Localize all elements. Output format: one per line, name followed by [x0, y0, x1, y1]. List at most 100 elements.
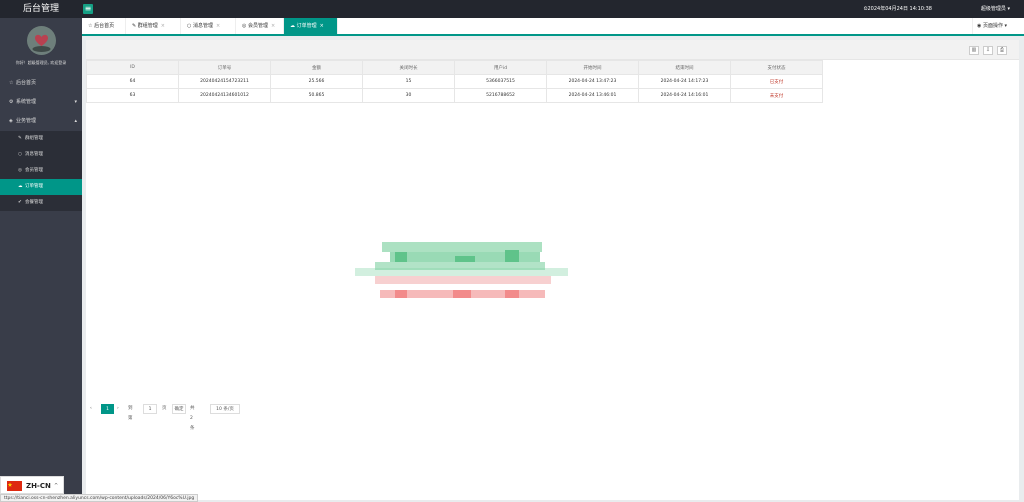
print-icon[interactable]: ⎙ [997, 46, 1007, 55]
column-header[interactable]: 金额 [270, 60, 363, 75]
sidebar-item-label: 订单管理 [25, 184, 43, 189]
cell-pay-status: 未支付 [730, 88, 823, 103]
tab-orders[interactable]: ☁ 订单管理 × [284, 18, 338, 34]
cell-close-duration: 30 [362, 88, 455, 103]
cell-start-time: 2024-04-24 13:46:01 [546, 88, 639, 103]
close-icon[interactable]: × [161, 23, 165, 29]
per-page-select[interactable]: 10 条/页 [210, 404, 240, 414]
member-icon: ◎ [18, 168, 22, 173]
export-icon[interactable]: ⇩ [983, 46, 993, 55]
sidebar-item-business[interactable]: ◈ 业务管理 ▴ [0, 112, 82, 131]
sidebar-item-packages[interactable]: ✔ 会餐管理 [0, 195, 82, 211]
language-switcher[interactable]: ZH-CN ^ [0, 476, 64, 494]
close-icon[interactable]: × [216, 23, 220, 29]
column-header[interactable]: 关闭时长 [362, 60, 455, 75]
orders-table: ID 订单号 金额 关闭时长 用户id 开始时间 结束时间 支付状态 64 20… [86, 60, 823, 103]
cloud-icon: ☁ [290, 23, 297, 29]
column-header[interactable]: 结束时间 [638, 60, 731, 75]
status-bar-url: ttps://tianci.oss-cn-shenzhen.aliyuncs.c… [0, 494, 199, 502]
user-menu[interactable]: 超级管理员 ▾ [981, 0, 1010, 18]
tab-label: 群组管理 [137, 23, 158, 29]
table-row[interactable]: 63 20240424134601012 50.865 30 521678865… [86, 88, 823, 103]
total-count: 共 2 条 [190, 406, 195, 431]
sidebar-item-orders[interactable]: ☁ 订单管理 [0, 179, 82, 195]
column-header[interactable]: 用户id [454, 60, 547, 75]
cloud-icon: ☁ [18, 184, 23, 189]
column-header[interactable]: 支付状态 [730, 60, 823, 75]
layers-icon: ◈ [9, 118, 13, 124]
language-label: ZH-CN [26, 482, 51, 490]
avatar [27, 26, 56, 55]
pixelated-watermark [355, 242, 568, 300]
sidebar-item-label: 系统管理 [16, 99, 37, 105]
cell-user-id: 5216788652 [454, 88, 547, 103]
sidebar-item-groups[interactable]: ✎ 群组管理 [0, 131, 82, 147]
tab-label: 消息管理 [192, 23, 213, 29]
gear-icon: ⚙ [9, 99, 14, 105]
cell-id: 63 [86, 88, 179, 103]
cell-order-no: 20240424154723211 [178, 74, 271, 89]
cell-id: 64 [86, 74, 179, 89]
page-button-current[interactable]: 1 [101, 404, 114, 414]
top-bar: 后台管理 ≡ ⏲2024年04月24日 14:10:38 超级管理员 ▾ [0, 0, 1024, 18]
prev-page-icon[interactable]: ‹ [90, 404, 92, 414]
china-flag-icon [7, 481, 22, 491]
cell-amount: 50.865 [270, 88, 363, 103]
page-ops-label: 页面操作 ▾ [982, 23, 1008, 29]
cell-end-time: 2024-04-24 14:16:01 [638, 88, 731, 103]
sidebar-item-label: 群组管理 [25, 136, 43, 141]
edit-icon: ✎ [18, 136, 22, 141]
tab-home[interactable]: ☆ 后台首页 [82, 18, 126, 34]
column-header[interactable]: 开始时间 [546, 60, 639, 75]
check-circle-icon: ✔ [18, 200, 22, 205]
next-page-icon[interactable]: › [117, 404, 119, 414]
sidebar-item-label: 后台首页 [16, 80, 37, 86]
cell-pay-status: 已支付 [730, 74, 823, 89]
tab-groups[interactable]: ✎ 群组管理 × [126, 18, 181, 34]
chevron-down-icon: ▾ [74, 99, 77, 105]
sidebar-item-label: 业务管理 [16, 118, 37, 124]
confirm-button[interactable]: 确定 [172, 404, 186, 414]
chevron-up-icon: ▴ [74, 118, 77, 124]
tab-label: 会员管理 [247, 23, 268, 29]
sidebar-nav: ☆ 后台首页 ⚙ 系统管理 ▾ ◈ 业务管理 ▴ ✎ 群组管理 ○ 消息管理 ◎ 会员管理 … [0, 74, 82, 211]
sidebar-item-label: 会员管理 [25, 168, 43, 173]
sidebar-item-label: 消息管理 [25, 152, 43, 157]
goto-page-input[interactable]: 1 [143, 404, 157, 414]
column-header[interactable]: ID [86, 60, 179, 75]
tab-messages[interactable]: ○ 消息管理 × [181, 18, 236, 34]
tab-bar: ☆ 后台首页 ✎ 群组管理 × ○ 消息管理 × ◎ 会员管理 × ☁ 订单管理 × ◉… [82, 18, 1024, 36]
tab-label: 后台首页 [94, 23, 115, 29]
sidebar: 你好！超级管理员, 欢迎登录 ☆ 后台首页 ⚙ 系统管理 ▾ ◈ 业务管理 ▴ ✎ 群组… [0, 18, 82, 502]
table-header-row: ID 订单号 金额 关闭时长 用户id 开始时间 结束时间 支付状态 [86, 60, 823, 75]
message-icon: ○ [18, 152, 22, 157]
table-row[interactable]: 64 20240424154723211 25.566 15 536603751… [86, 74, 823, 89]
tab-members[interactable]: ◎ 会员管理 × [236, 18, 284, 34]
welcome-text: 你好！超级管理员, 欢迎登录 [15, 60, 67, 65]
home-icon: ☆ [9, 80, 14, 86]
sidebar-item-members[interactable]: ◎ 会员管理 [0, 163, 82, 179]
cell-order-no: 20240424134601012 [178, 88, 271, 103]
clock: ⏲2024年04月24日 14:10:38 [863, 6, 932, 12]
sidebar-item-label: 会餐管理 [25, 200, 43, 205]
table-toolbar: ▥ ⇩ ⎙ [86, 40, 1019, 60]
sidebar-item-system[interactable]: ⚙ 系统管理 ▾ [0, 93, 82, 112]
columns-icon[interactable]: ▥ [969, 46, 979, 55]
sidebar-item-messages[interactable]: ○ 消息管理 [0, 147, 82, 163]
page-operations-menu[interactable]: ◉ 页面操作 ▾ [972, 18, 1024, 34]
close-icon[interactable]: × [320, 23, 324, 29]
sidebar-item-home[interactable]: ☆ 后台首页 [0, 74, 82, 93]
cell-close-duration: 15 [362, 74, 455, 89]
hamburger-icon[interactable]: ≡ [83, 4, 93, 14]
close-icon[interactable]: × [271, 23, 275, 29]
cell-start-time: 2024-04-24 13:47:23 [546, 74, 639, 89]
tab-label: 订单管理 [296, 23, 317, 29]
sidebar-submenu: ✎ 群组管理 ○ 消息管理 ◎ 会员管理 ☁ 订单管理 ✔ 会餐管理 [0, 131, 82, 211]
brand-title: 后台管理 [22, 4, 59, 14]
page-unit-label: 页 [162, 406, 167, 411]
cell-end-time: 2024-04-24 14:17:23 [638, 74, 731, 89]
cell-user-id: 5366037515 [454, 74, 547, 89]
column-header[interactable]: 订单号 [178, 60, 271, 75]
chevron-up-icon: ^ [54, 483, 59, 489]
goto-label: 到第 [128, 406, 133, 421]
